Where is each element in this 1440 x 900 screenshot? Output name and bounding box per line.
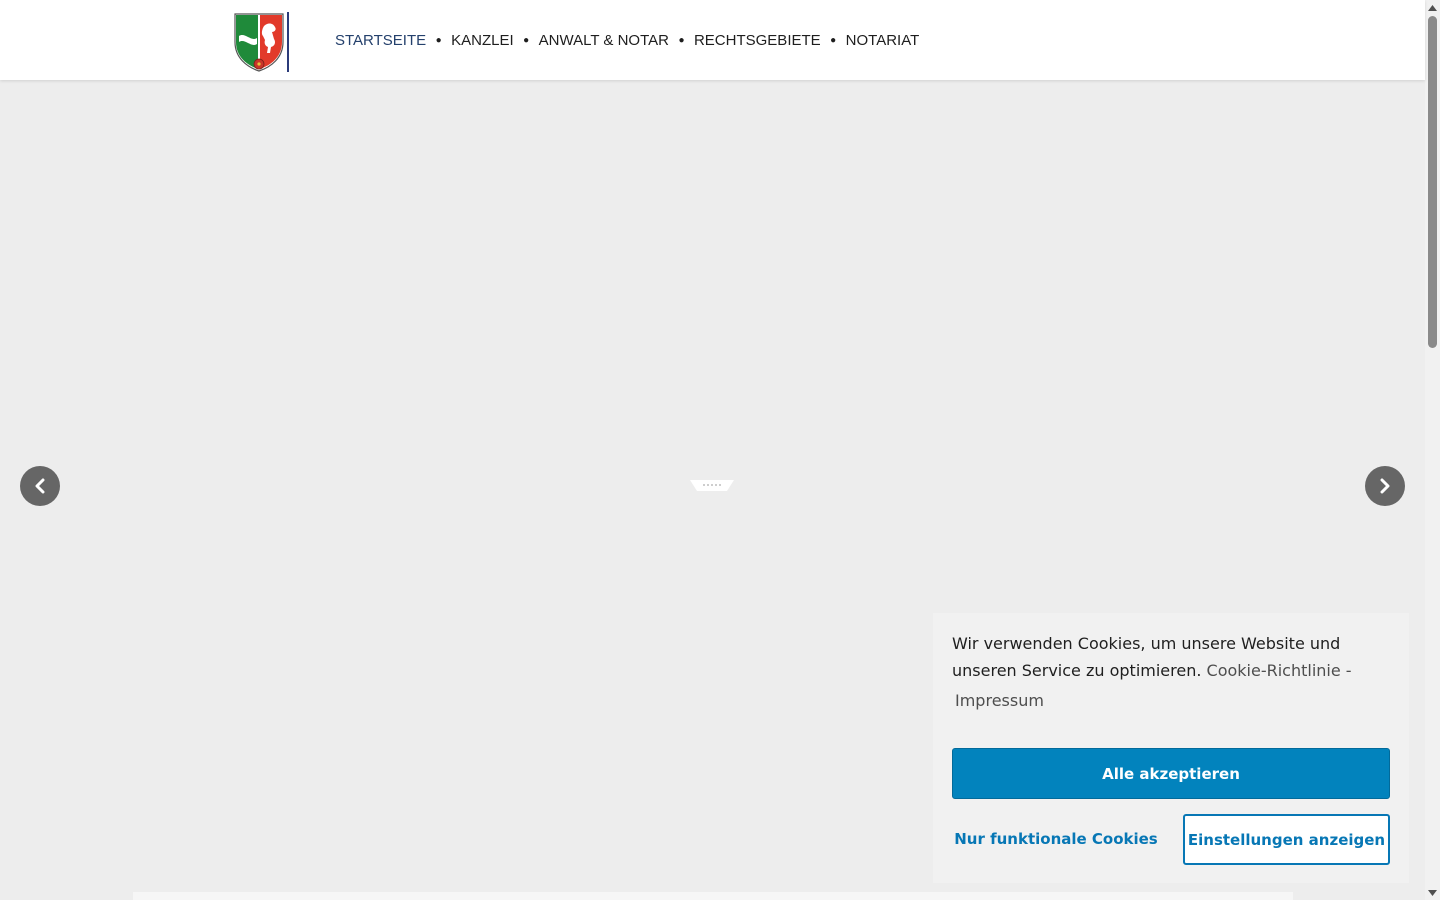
logo-divider xyxy=(287,12,289,72)
nav-item-anwalt-notar[interactable]: ANWALT & NOTAR xyxy=(539,32,669,49)
nav-item-startseite[interactable]: STARTSEITE xyxy=(335,32,426,49)
site-header: STARTSEITE ● KANZLEI ● ANWALT & NOTAR ● … xyxy=(0,0,1425,80)
scrollbar-thumb[interactable] xyxy=(1428,16,1437,348)
imprint-link[interactable]: Impressum xyxy=(955,691,1044,710)
loading-icon xyxy=(690,480,734,491)
slider-prev-button[interactable] xyxy=(20,466,60,506)
cookie-link-separator: - xyxy=(1345,661,1352,680)
nav-separator-dot: ● xyxy=(435,34,442,46)
coat-of-arms-icon xyxy=(234,13,284,72)
page: STARTSEITE ● KANZLEI ● ANWALT & NOTAR ● … xyxy=(0,0,1440,900)
nav-item-kanzlei[interactable]: KANZLEI xyxy=(451,32,514,49)
cookie-policy-link[interactable]: Cookie-Richtlinie xyxy=(1207,661,1341,680)
slider-loading-indicator xyxy=(689,478,735,492)
nav-item-notariat[interactable]: NOTARIAT xyxy=(846,32,920,49)
nav-item-rechtsgebiete[interactable]: RECHTSGEBIETE xyxy=(694,32,821,49)
content-container-edge xyxy=(133,892,1293,900)
scroll-down-arrow-icon[interactable] xyxy=(1425,885,1440,900)
functional-cookies-only-button[interactable]: Nur funktionale Cookies xyxy=(952,821,1160,857)
nrw-coat-of-arms-logo[interactable] xyxy=(233,12,285,72)
nav-separator-dot: ● xyxy=(523,34,530,46)
chevron-right-icon xyxy=(1380,478,1390,494)
show-cookie-settings-button[interactable]: Einstellungen anzeigen xyxy=(1183,814,1390,865)
slider-next-button[interactable] xyxy=(1365,466,1405,506)
cookie-consent-banner: Wir verwenden Cookies, um unsere Website… xyxy=(933,613,1409,883)
nav-separator-dot: ● xyxy=(678,34,685,46)
nav-separator-dot: ● xyxy=(830,34,837,46)
vertical-scrollbar[interactable] xyxy=(1425,0,1440,900)
main-navigation: STARTSEITE ● KANZLEI ● ANWALT & NOTAR ● … xyxy=(335,0,919,80)
scroll-up-arrow-icon[interactable] xyxy=(1425,0,1440,15)
chevron-left-icon xyxy=(35,478,45,494)
cookie-message: Wir verwenden Cookies, um unsere Website… xyxy=(952,630,1390,718)
accept-all-cookies-button[interactable]: Alle akzeptieren xyxy=(952,748,1390,799)
